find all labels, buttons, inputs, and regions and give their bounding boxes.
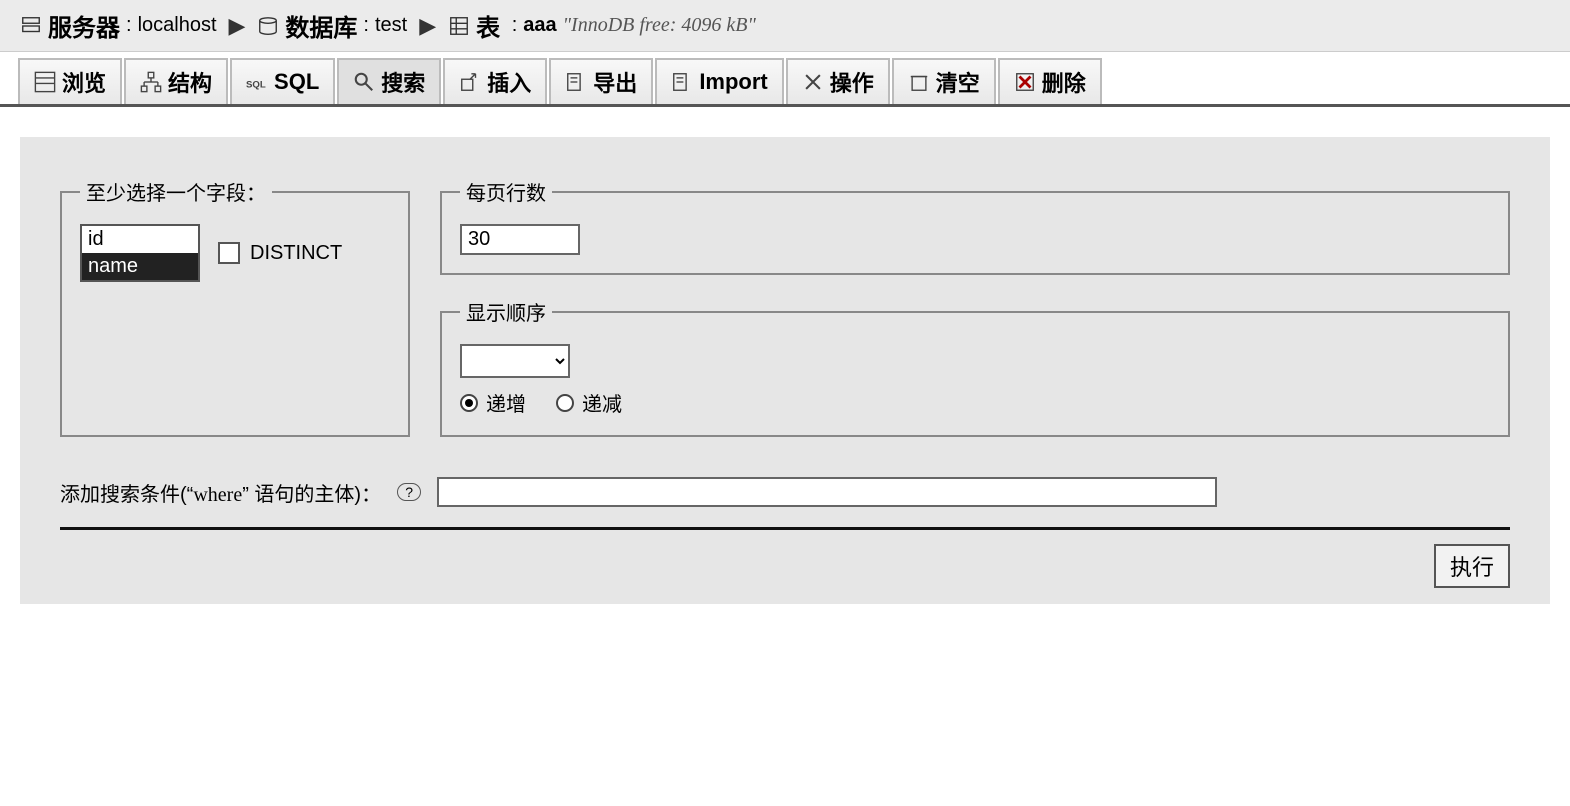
order-asc-option[interactable]: 递增: [460, 388, 526, 417]
tab-structure[interactable]: 结构: [124, 58, 228, 104]
empty-icon: [908, 71, 930, 93]
tab-label: 清空: [936, 66, 980, 98]
svg-text:SQL: SQL: [246, 80, 266, 91]
tab-sql[interactable]: SQL SQL: [230, 58, 335, 104]
tab-operations[interactable]: 操作: [786, 58, 890, 104]
distinct-checkbox[interactable]: [218, 242, 240, 264]
tab-browse[interactable]: 浏览: [18, 58, 122, 104]
server-label: 服务器: [48, 8, 120, 43]
import-icon: [671, 71, 693, 93]
database-icon: [257, 15, 279, 37]
radio-desc[interactable]: [556, 394, 574, 412]
tab-label: 插入: [487, 66, 531, 98]
tab-label: 操作: [830, 66, 874, 98]
where-label: 添加搜索条件(“where” 语句的主体)：: [60, 478, 381, 507]
operations-icon: [802, 71, 824, 93]
table-value[interactable]: aaa: [523, 14, 556, 37]
tabs: 浏览 结构 SQL SQL 搜索 插入 导出 Import 操作 清空 删除: [0, 52, 1570, 107]
search-panel: 至少选择一个字段： id name DISTINCT 每页行数 显示顺序: [20, 137, 1550, 604]
rows-per-page-input[interactable]: [460, 224, 580, 255]
order-by-select[interactable]: [460, 344, 570, 378]
radio-asc[interactable]: [460, 394, 478, 412]
rows-legend: 每页行数: [460, 177, 552, 206]
tab-export[interactable]: 导出: [549, 58, 653, 104]
structure-icon: [140, 71, 162, 93]
server-value[interactable]: localhost: [138, 14, 217, 37]
tab-import[interactable]: Import: [655, 58, 783, 104]
breadcrumb-separator: ▶: [229, 13, 246, 39]
order-asc-label: 递增: [486, 388, 526, 417]
table-icon: [448, 15, 470, 37]
drop-icon: [1014, 71, 1036, 93]
field-select-fieldset: 至少选择一个字段： id name DISTINCT: [60, 177, 410, 437]
search-icon: [353, 71, 375, 93]
order-legend: 显示顺序: [460, 297, 552, 326]
where-clause-row: 添加搜索条件(“where” 语句的主体)： ?: [60, 477, 1510, 507]
order-fieldset: 显示顺序 递增 递减: [440, 297, 1510, 437]
distinct-label: DISTINCT: [250, 242, 342, 265]
server-icon: [20, 15, 42, 37]
tab-empty[interactable]: 清空: [892, 58, 996, 104]
tab-label: 删除: [1042, 66, 1086, 98]
order-desc-option[interactable]: 递减: [556, 388, 622, 417]
tab-label: Import: [699, 69, 767, 95]
field-list[interactable]: id name: [80, 224, 200, 282]
help-icon[interactable]: ?: [397, 483, 421, 501]
rows-per-page-fieldset: 每页行数: [440, 177, 1510, 275]
export-icon: [565, 71, 587, 93]
execute-button[interactable]: 执行: [1434, 544, 1510, 588]
tab-insert[interactable]: 插入: [443, 58, 547, 104]
field-option-id[interactable]: id: [82, 226, 198, 253]
tab-label: 导出: [593, 66, 637, 98]
tab-search[interactable]: 搜索: [337, 58, 441, 104]
database-label: 数据库: [285, 8, 357, 43]
table-label: 表: [476, 8, 500, 43]
browse-icon: [34, 71, 56, 93]
insert-icon: [459, 71, 481, 93]
breadcrumb: 服务器: localhost ▶ 数据库: test ▶ 表 : aaa "In…: [0, 0, 1570, 52]
table-comment: "InnoDB free: 4096 kB": [563, 14, 756, 37]
order-desc-label: 递减: [582, 388, 622, 417]
tab-label: SQL: [274, 69, 319, 95]
tab-drop[interactable]: 删除: [998, 58, 1102, 104]
database-value[interactable]: test: [375, 14, 407, 37]
divider: [60, 527, 1510, 530]
field-option-name[interactable]: name: [82, 253, 198, 280]
tab-label: 搜索: [381, 66, 425, 98]
tab-label: 结构: [168, 66, 212, 98]
tab-label: 浏览: [62, 66, 106, 98]
field-select-legend: 至少选择一个字段：: [80, 177, 272, 206]
breadcrumb-separator: ▶: [419, 13, 436, 39]
sql-icon: SQL: [246, 71, 268, 93]
where-input[interactable]: [437, 477, 1217, 507]
